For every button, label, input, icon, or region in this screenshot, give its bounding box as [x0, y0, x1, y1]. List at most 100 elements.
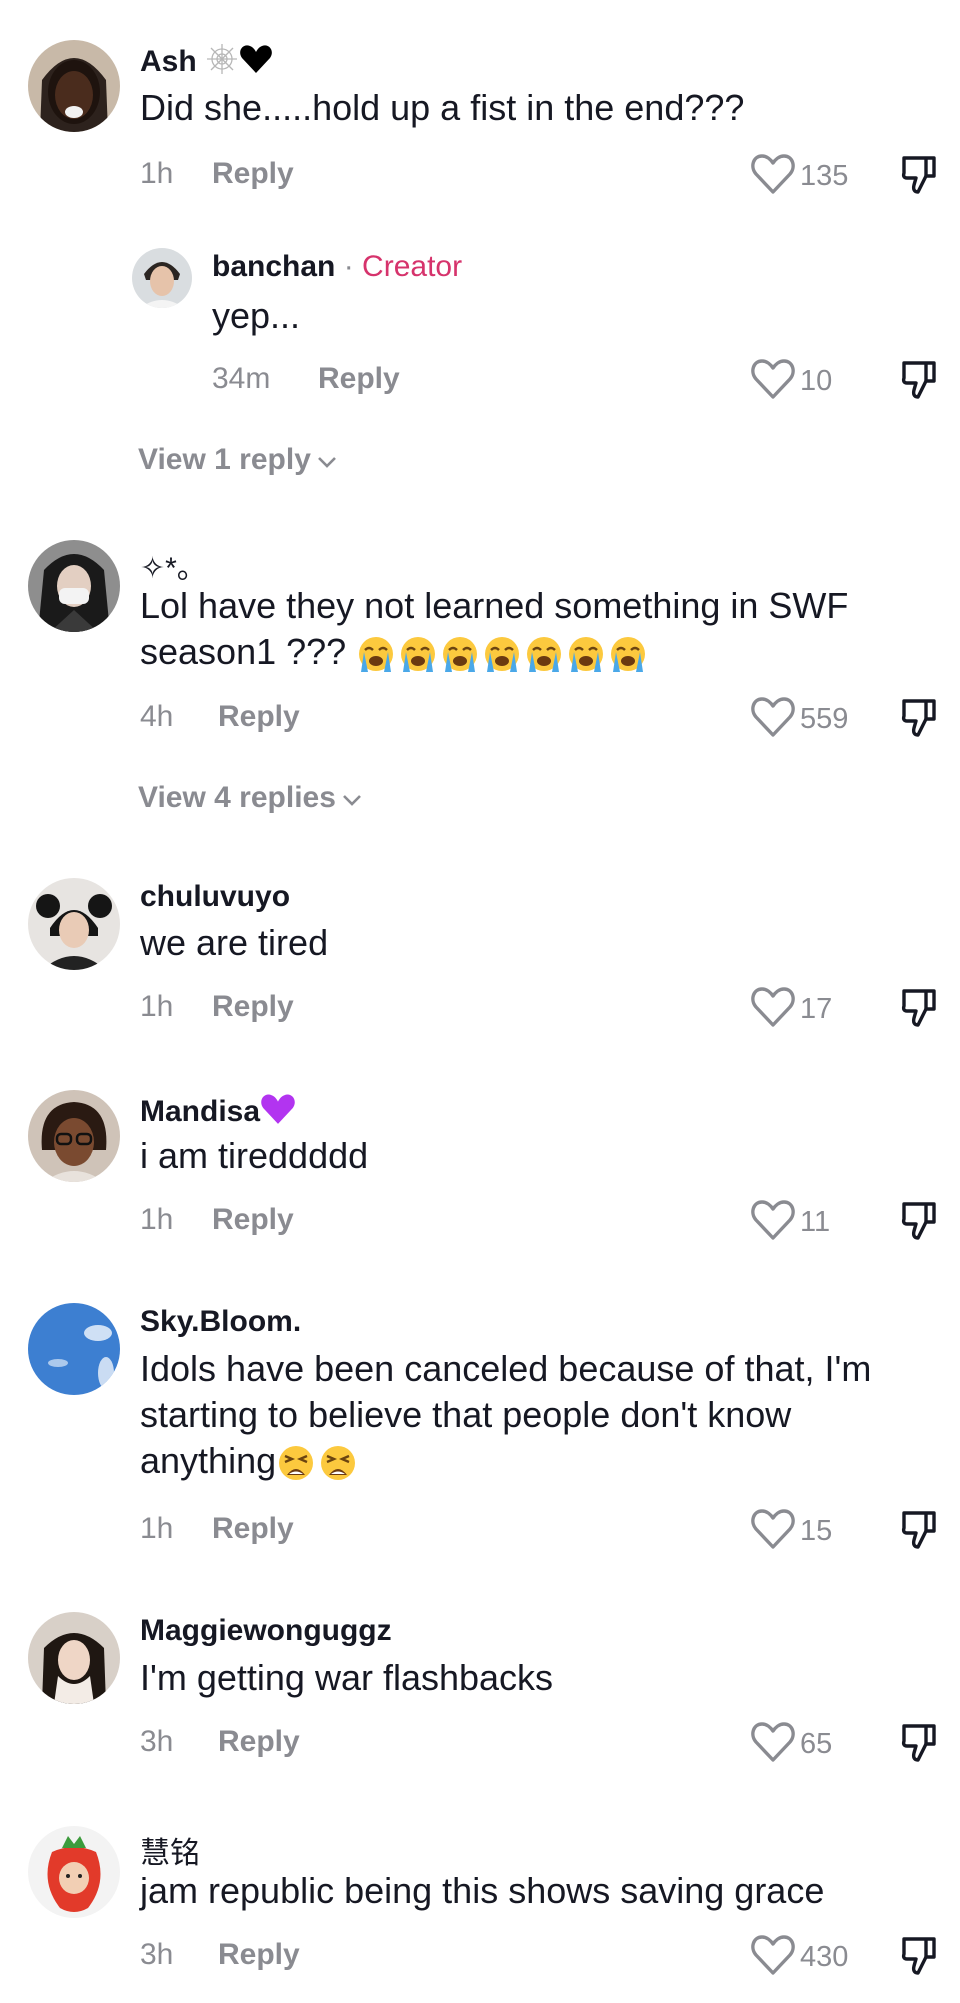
comment-text: yep...: [212, 295, 301, 336]
like-button[interactable]: 17: [750, 985, 832, 1034]
thumbs-down-icon: [900, 1724, 938, 1768]
like-button[interactable]: 10: [750, 357, 832, 406]
username[interactable]: banchan · Creator: [212, 250, 462, 284]
loudly-crying-face-icon: [356, 634, 396, 674]
comment-text: we are tired: [140, 922, 329, 963]
like-count: 65: [800, 1728, 833, 1760]
heart-outline-icon: [750, 357, 796, 406]
heart-outline-icon: [750, 1933, 796, 1982]
thumbs-down-icon: [900, 1937, 938, 1981]
comment-time: 34m: [212, 362, 271, 395]
reply-button[interactable]: Reply: [212, 1512, 294, 1546]
avatar[interactable]: [132, 248, 192, 308]
reply-button[interactable]: Reply: [218, 700, 300, 734]
reply-button[interactable]: Reply: [218, 1938, 300, 1972]
dislike-button[interactable]: [900, 359, 938, 406]
thumbs-down-icon: [900, 156, 938, 200]
view-replies-button[interactable]: View 1 reply: [138, 443, 337, 477]
like-button[interactable]: 135: [750, 152, 848, 201]
loudly-crying-face-icon: [524, 634, 564, 674]
username[interactable]: Ash: [140, 42, 273, 84]
avatar[interactable]: [28, 1090, 120, 1182]
comment-time: 1h: [140, 990, 174, 1023]
loudly-crying-face-icon: [398, 634, 438, 674]
username[interactable]: Maggiewonguggz: [140, 1614, 392, 1648]
reply-button[interactable]: Reply: [318, 362, 400, 396]
comment-text: Lol have they not learned something in S…: [140, 583, 930, 675]
tired-face-icon: [318, 1443, 358, 1483]
like-count: 559: [800, 703, 849, 735]
username[interactable]: Sky.Bloom.: [140, 1305, 301, 1339]
username[interactable]: 慧铭: [140, 1828, 200, 1872]
like-count: 430: [800, 1941, 849, 1973]
comment-time: 1h: [140, 1203, 174, 1236]
avatar[interactable]: [28, 1303, 120, 1395]
comment-text: Idols have been canceled because of that…: [140, 1346, 940, 1484]
dislike-button[interactable]: [900, 1200, 938, 1247]
dislike-button[interactable]: [900, 987, 938, 1034]
like-button[interactable]: 559: [750, 695, 848, 744]
thumbs-down-icon: [900, 1202, 938, 1246]
comment-text: I'm getting war flashbacks: [140, 1657, 554, 1698]
thumbs-down-icon: [900, 1511, 938, 1555]
heart-outline-icon: [750, 1720, 796, 1769]
dislike-button[interactable]: [900, 1509, 938, 1556]
creator-badge: Creator: [362, 250, 463, 283]
comment-text: i am tireddddd: [140, 1135, 369, 1176]
avatar[interactable]: [28, 1826, 120, 1918]
username[interactable]: chuluvuyo: [140, 880, 290, 914]
heart-outline-icon: [750, 1507, 796, 1556]
comment-text: jam republic being this shows saving gra…: [140, 1870, 825, 1911]
reply-button[interactable]: Reply: [212, 157, 294, 191]
reply-button[interactable]: Reply: [212, 1203, 294, 1237]
username[interactable]: ✧*。: [140, 543, 207, 587]
like-button[interactable]: 65: [750, 1720, 832, 1769]
reply-button[interactable]: Reply: [218, 1725, 300, 1759]
like-count: 17: [800, 993, 833, 1025]
chevron-down-icon: [342, 781, 362, 815]
comment-text: Did she.....hold up a fist in the end???: [140, 87, 745, 128]
comment-time: 1h: [140, 157, 174, 190]
like-button[interactable]: 11: [750, 1198, 830, 1247]
like-count: 15: [800, 1515, 833, 1547]
loudly-crying-face-icon: [440, 634, 480, 674]
thumbs-down-icon: [900, 361, 938, 405]
dislike-button[interactable]: [900, 1935, 938, 1982]
like-count: 135: [800, 160, 849, 192]
avatar[interactable]: [28, 40, 120, 132]
spiderweb-icon: [205, 42, 239, 84]
like-button[interactable]: 15: [750, 1507, 832, 1556]
heart-outline-icon: [750, 1198, 796, 1247]
heart-outline-icon: [750, 985, 796, 1034]
purple-heart-icon: [260, 1092, 296, 1134]
avatar[interactable]: [28, 1612, 120, 1704]
thumbs-down-icon: [900, 699, 938, 743]
avatar[interactable]: [28, 878, 120, 970]
username[interactable]: Mandisa: [140, 1092, 296, 1134]
tired-emoji-group: [276, 1443, 358, 1483]
loudly-crying-face-icon: [608, 634, 648, 674]
separator: ·: [343, 250, 354, 283]
dislike-button[interactable]: [900, 697, 938, 744]
comment-time: 3h: [140, 1725, 174, 1758]
like-count: 10: [800, 365, 833, 397]
like-button[interactable]: 430: [750, 1933, 848, 1982]
black-heart-icon: [239, 43, 273, 83]
comment-time: 4h: [140, 700, 174, 733]
heart-outline-icon: [750, 695, 796, 744]
comment-time: 1h: [140, 1512, 174, 1545]
dislike-button[interactable]: [900, 154, 938, 201]
tired-face-icon: [276, 1443, 316, 1483]
loudly-crying-face-icon: [566, 634, 606, 674]
chevron-down-icon: [317, 443, 337, 477]
view-replies-button[interactable]: View 4 replies: [138, 781, 362, 815]
heart-outline-icon: [750, 152, 796, 201]
crying-emoji-group: [356, 634, 648, 674]
reply-button[interactable]: Reply: [212, 990, 294, 1024]
comment-time: 3h: [140, 1938, 174, 1971]
loudly-crying-face-icon: [482, 634, 522, 674]
thumbs-down-icon: [900, 989, 938, 1033]
avatar[interactable]: [28, 540, 120, 632]
like-count: 11: [800, 1206, 831, 1238]
dislike-button[interactable]: [900, 1722, 938, 1769]
